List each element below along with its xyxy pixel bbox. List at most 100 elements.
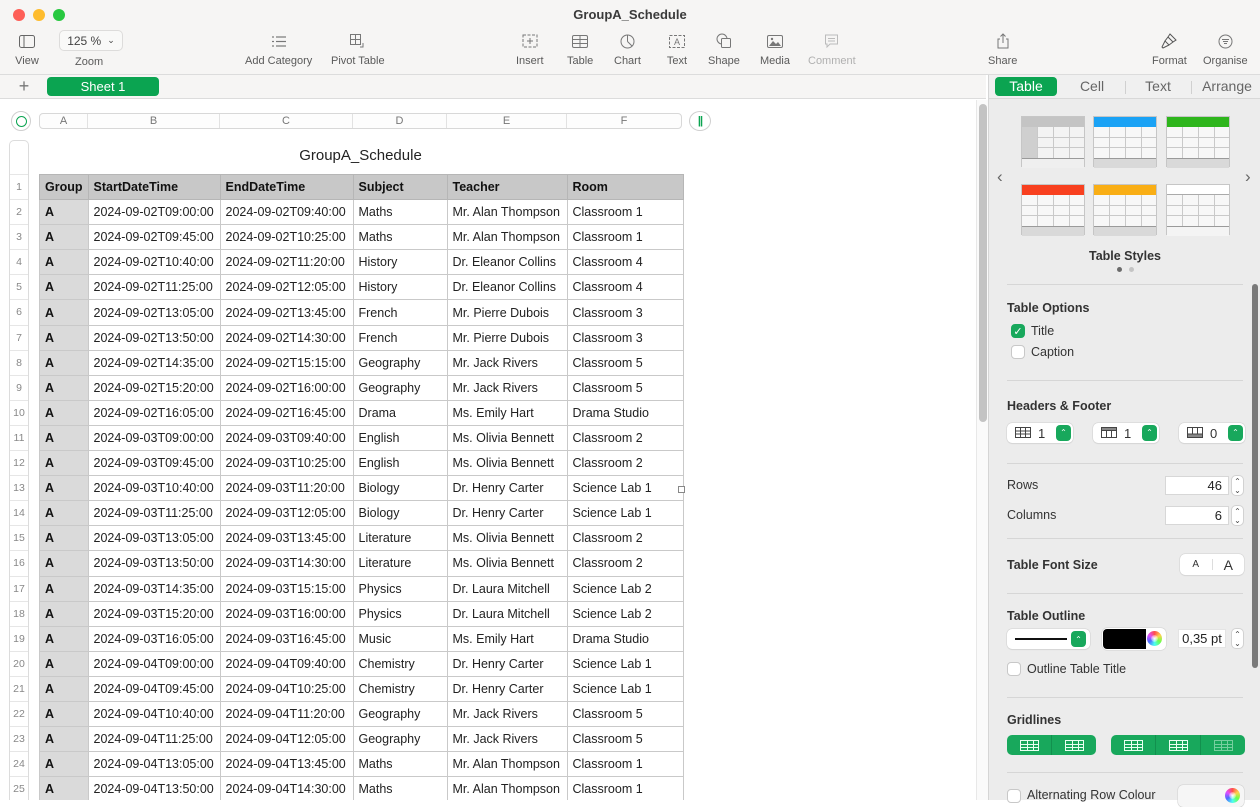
row-header[interactable]: 6 [10,299,28,324]
table-cell[interactable]: 2024-09-03T16:45:00 [219,625,354,652]
table-cell[interactable]: A [39,324,89,351]
table-cell[interactable]: 2024-09-03T11:25:00 [87,500,221,527]
table-cell[interactable]: History [352,274,448,301]
table-cell[interactable]: 2024-09-04T09:40:00 [219,650,354,677]
table-cell[interactable]: 2024-09-02T12:05:00 [219,274,354,301]
table-cell[interactable]: Dr. Henry Carter [446,675,568,702]
rows-input[interactable]: 46 [1165,476,1229,495]
table-cell[interactable]: Classroom 5 [566,726,684,753]
row-header[interactable]: 12 [10,450,28,475]
table-cell[interactable]: 2024-09-03T09:45:00 [87,450,221,477]
table-cell[interactable]: Dr. Henry Carter [446,650,568,677]
table-cell[interactable]: 2024-09-03T11:20:00 [219,475,354,502]
row-header[interactable]: 25 [10,776,28,800]
table-cell[interactable]: Drama Studio [566,399,684,426]
row-header[interactable]: 9 [10,374,28,400]
table-cell[interactable]: 2024-09-02T16:45:00 [219,399,354,426]
chevron-right-icon[interactable]: › [1245,167,1251,187]
table-cell[interactable]: A [39,299,89,326]
row-header[interactable]: 4 [10,249,28,274]
table-cell[interactable]: A [39,700,89,728]
table-cell[interactable]: Mr. Jack Rivers [446,726,568,753]
increase-font-size-button[interactable]: A [1213,557,1245,573]
table-cell[interactable]: Classroom 5 [566,374,684,401]
row-header[interactable]: 16 [10,550,28,575]
row-header[interactable]: 7 [10,324,28,350]
table-cell[interactable]: Ms. Emily Hart [446,399,568,426]
table-cell[interactable]: Mr. Jack Rivers [446,349,568,376]
footer-gridlines-button[interactable] [1201,735,1245,755]
zoom-select[interactable]: 125 % ⌄ [59,30,123,51]
row-header[interactable]: 13 [10,475,28,500]
table-cell[interactable]: Geography [352,349,448,376]
header-cell[interactable]: Group [39,173,89,201]
color-wheel-icon[interactable] [1147,631,1162,646]
table-cell[interactable]: Classroom 4 [566,249,684,276]
horizontal-gridlines-button[interactable] [1007,735,1052,755]
pivot-table-button[interactable]: Pivot Table [331,30,385,67]
table-button[interactable]: Table [567,30,593,67]
row-header[interactable]: 11 [10,424,28,450]
table-cell[interactable]: A [39,475,89,502]
table-cell[interactable]: 2024-09-02T10:40:00 [87,249,221,276]
table-cell[interactable]: 2024-09-02T10:25:00 [219,224,354,251]
table-cell[interactable]: Literature [352,525,448,552]
table-cell[interactable]: History [352,249,448,276]
sheet-tab-sheet-1[interactable]: Sheet 1 [47,77,159,96]
table-cell[interactable]: Science Lab 1 [566,650,684,677]
table-cell[interactable]: Science Lab 1 [566,475,684,502]
table-cell[interactable]: Ms. Olivia Bennett [446,525,568,552]
table-cell[interactable]: Maths [352,751,448,778]
table-cell[interactable]: A [39,550,89,577]
row-header[interactable]: 2 [10,199,28,224]
table-cell[interactable]: Dr. Henry Carter [446,475,568,502]
table-cell[interactable]: 2024-09-04T13:45:00 [219,751,354,778]
table-cell[interactable]: Classroom 2 [566,424,684,452]
table-cell[interactable]: 2024-09-03T15:20:00 [87,600,221,627]
table-cell[interactable]: Maths [352,199,448,226]
tab-text[interactable]: Text [1129,77,1187,96]
table-cell[interactable]: Drama [352,399,448,426]
table-cell[interactable]: Mr. Jack Rivers [446,700,568,728]
table-cell[interactable]: Classroom 1 [566,751,684,778]
table-cell[interactable]: 2024-09-02T09:45:00 [87,224,221,251]
text-button[interactable]: A Text [664,30,690,67]
table-cell[interactable]: 2024-09-02T15:15:00 [219,349,354,376]
outline-color-well[interactable] [1102,628,1166,650]
table-cell[interactable]: 2024-09-04T13:05:00 [87,751,221,778]
table-cell[interactable]: Maths [352,776,448,800]
table-style-thumbnail[interactable] [1166,116,1230,168]
table-cell[interactable]: Mr. Jack Rivers [446,374,568,401]
table-cell[interactable]: Chemistry [352,650,448,677]
table-cell[interactable]: Physics [352,575,448,602]
table-cell[interactable]: A [39,525,89,552]
color-wheel-icon[interactable] [1225,788,1240,803]
outline-line-style-select[interactable]: ⌃ [1007,629,1090,649]
row-header[interactable]: 1 [10,174,28,199]
table-cell[interactable]: Dr. Eleanor Collins [446,249,568,276]
header-columns-stepper[interactable]: 1 ⌃ [1093,423,1159,443]
table-title[interactable]: GroupA_Schedule [39,147,682,164]
insert-button[interactable]: Insert [516,30,544,67]
table-cell[interactable]: 2024-09-02T14:35:00 [87,349,221,376]
table-cell[interactable]: 2024-09-03T14:30:00 [219,550,354,577]
alternating-row-colour-checkbox[interactable] [1007,789,1021,803]
table-cell[interactable]: 2024-09-04T10:25:00 [219,675,354,702]
vertical-gridlines-button[interactable] [1052,735,1096,755]
chart-button[interactable]: Chart [614,30,641,67]
table-cell[interactable]: 2024-09-03T13:05:00 [87,525,221,552]
table-cell[interactable]: 2024-09-04T09:45:00 [87,675,221,702]
header-rows-stepper[interactable]: 1 ⌃ [1007,423,1073,443]
stepper-arrows-icon[interactable]: ⌃ [1142,425,1157,441]
table-cell[interactable]: A [39,625,89,652]
table-cell[interactable]: 2024-09-03T09:00:00 [87,424,221,452]
row-header[interactable]: 14 [10,500,28,525]
table-cell[interactable]: Classroom 2 [566,450,684,477]
table-cell[interactable]: A [39,600,89,627]
table-cell[interactable]: A [39,751,89,778]
caption-checkbox[interactable] [1011,345,1025,359]
table-cell[interactable]: Maths [352,224,448,251]
table-cell[interactable]: 2024-09-02T16:05:00 [87,399,221,426]
table-cell[interactable]: 2024-09-03T13:45:00 [219,525,354,552]
table-cell[interactable]: A [39,500,89,527]
